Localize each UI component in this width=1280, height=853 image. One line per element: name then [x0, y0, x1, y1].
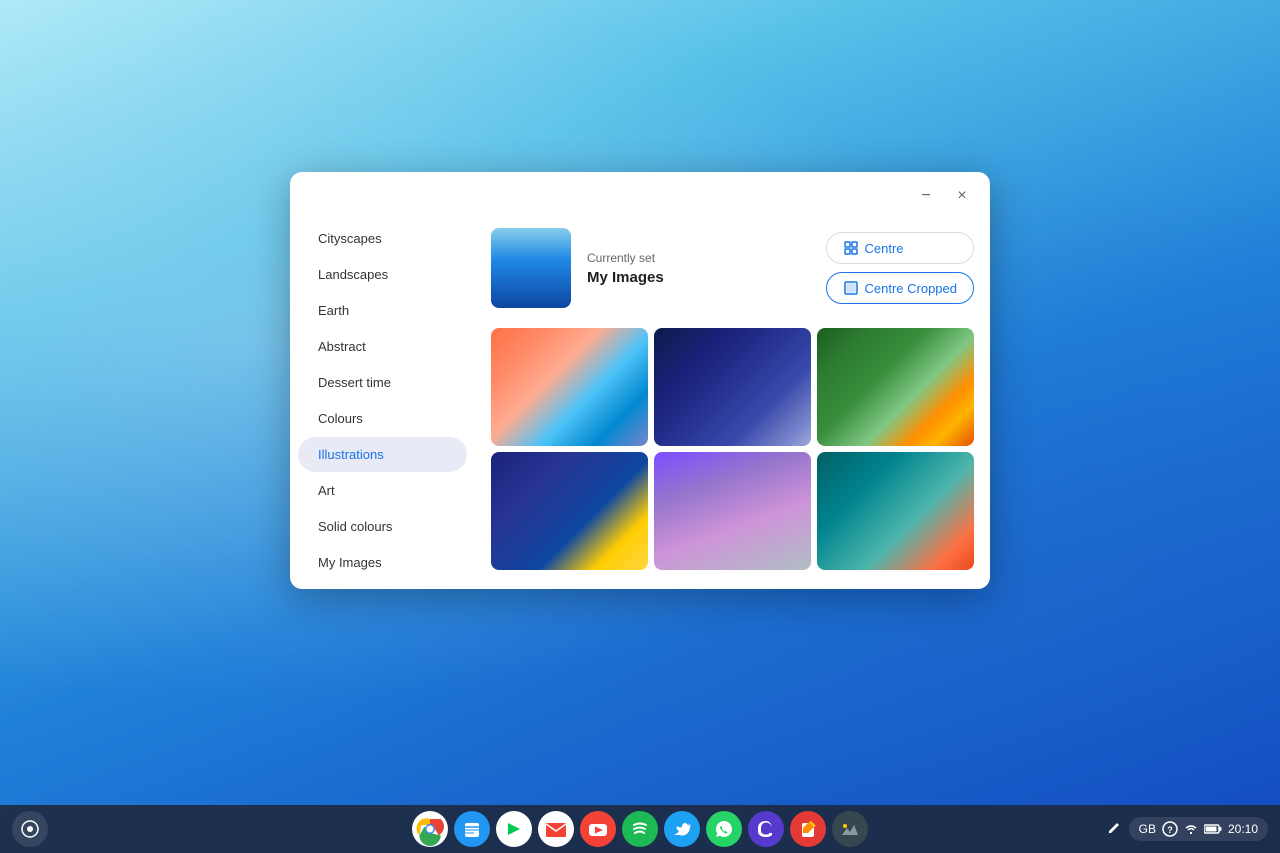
- wallpaper-item-6[interactable]: [817, 452, 974, 570]
- sidebar-item-abstract[interactable]: Abstract: [298, 329, 467, 364]
- taskbar-chrome[interactable]: [412, 811, 448, 847]
- wallpaper-item-4[interactable]: [491, 452, 648, 570]
- wallpaper-item-2[interactable]: [654, 328, 811, 446]
- wifi-icon: [1184, 822, 1198, 836]
- currently-set-name: My Images: [587, 269, 810, 286]
- gmail-icon: [538, 811, 574, 847]
- taskbar-play[interactable]: [496, 811, 532, 847]
- files-icon: [454, 811, 490, 847]
- app9-icon: [790, 811, 826, 847]
- twitter-icon: [664, 811, 700, 847]
- taskbar-right: GB ? 20:10: [1105, 817, 1268, 841]
- crop-icon: [843, 280, 859, 296]
- sidebar-item-earth[interactable]: Earth: [298, 293, 467, 328]
- currently-set-info: Currently set My Images: [587, 251, 810, 286]
- wallpaper-grid: [491, 328, 974, 570]
- play-icon: [496, 811, 532, 847]
- main-content: Currently set My Images Centre: [475, 212, 990, 589]
- help-icon: ?: [1162, 821, 1178, 837]
- mastodon-icon: [748, 811, 784, 847]
- close-button[interactable]: ×: [946, 180, 978, 212]
- chrome-icon: [412, 811, 448, 847]
- sidebar: Cityscapes Landscapes Earth Abstract Des…: [290, 212, 475, 589]
- centre-cropped-button[interactable]: Centre Cropped: [826, 272, 975, 304]
- svg-text:?: ?: [1167, 825, 1173, 835]
- sidebar-item-landscapes[interactable]: Landscapes: [298, 257, 467, 292]
- youtube-icon: [580, 811, 616, 847]
- sidebar-item-colours[interactable]: Colours: [298, 401, 467, 436]
- sidebar-item-solid-colours[interactable]: Solid colours: [298, 509, 467, 544]
- clock: 20:10: [1228, 822, 1258, 836]
- taskbar-youtube[interactable]: [580, 811, 616, 847]
- wallpaper-item-1[interactable]: [491, 328, 648, 446]
- taskbar-spotify[interactable]: [622, 811, 658, 847]
- taskbar-whatsapp[interactable]: [706, 811, 742, 847]
- wallpaper-item-5[interactable]: [654, 452, 811, 570]
- sidebar-item-art[interactable]: Art: [298, 473, 467, 508]
- system-tray[interactable]: GB ? 20:10: [1129, 817, 1268, 841]
- taskbar-twitter[interactable]: [664, 811, 700, 847]
- dialog-titlebar: − ×: [290, 172, 990, 212]
- preview-thumb-inner: [491, 228, 571, 308]
- sidebar-item-dessert-time[interactable]: Dessert time: [298, 365, 467, 400]
- sidebar-item-illustrations[interactable]: Illustrations: [298, 437, 467, 472]
- taskbar-center: [412, 811, 868, 847]
- wallpaper-dialog: − × Cityscapes Landscapes Earth Abstract…: [290, 172, 990, 589]
- currently-set-row: Currently set My Images Centre: [491, 212, 974, 328]
- launcher-icon: [20, 819, 40, 839]
- sidebar-item-cityscapes[interactable]: Cityscapes: [298, 221, 467, 256]
- wallpaper-item-3[interactable]: [817, 328, 974, 446]
- pen-icon-button[interactable]: [1105, 821, 1121, 837]
- position-buttons: Centre Centre Cropped: [826, 232, 975, 304]
- taskbar-files[interactable]: [454, 811, 490, 847]
- spotify-icon: [622, 811, 658, 847]
- app10-icon: [832, 811, 868, 847]
- taskbar-mastodon[interactable]: [748, 811, 784, 847]
- whatsapp-icon: [706, 811, 742, 847]
- taskbar-gmail[interactable]: [538, 811, 574, 847]
- current-wallpaper-preview: [491, 228, 571, 308]
- battery-label: GB: [1139, 822, 1156, 836]
- pen-icon: [1105, 821, 1121, 837]
- battery-icon: [1204, 823, 1222, 835]
- taskbar: GB ? 20:10: [0, 805, 1280, 853]
- sidebar-item-my-images[interactable]: My Images: [298, 545, 467, 580]
- taskbar-left: [12, 811, 48, 847]
- centre-button[interactable]: Centre: [826, 232, 975, 264]
- minimize-button[interactable]: −: [910, 180, 942, 212]
- launcher-button[interactable]: [12, 811, 48, 847]
- taskbar-app9[interactable]: [790, 811, 826, 847]
- taskbar-app10[interactable]: [832, 811, 868, 847]
- grid-icon: [843, 240, 859, 256]
- currently-set-label: Currently set: [587, 251, 810, 265]
- dialog-body: Cityscapes Landscapes Earth Abstract Des…: [290, 212, 990, 589]
